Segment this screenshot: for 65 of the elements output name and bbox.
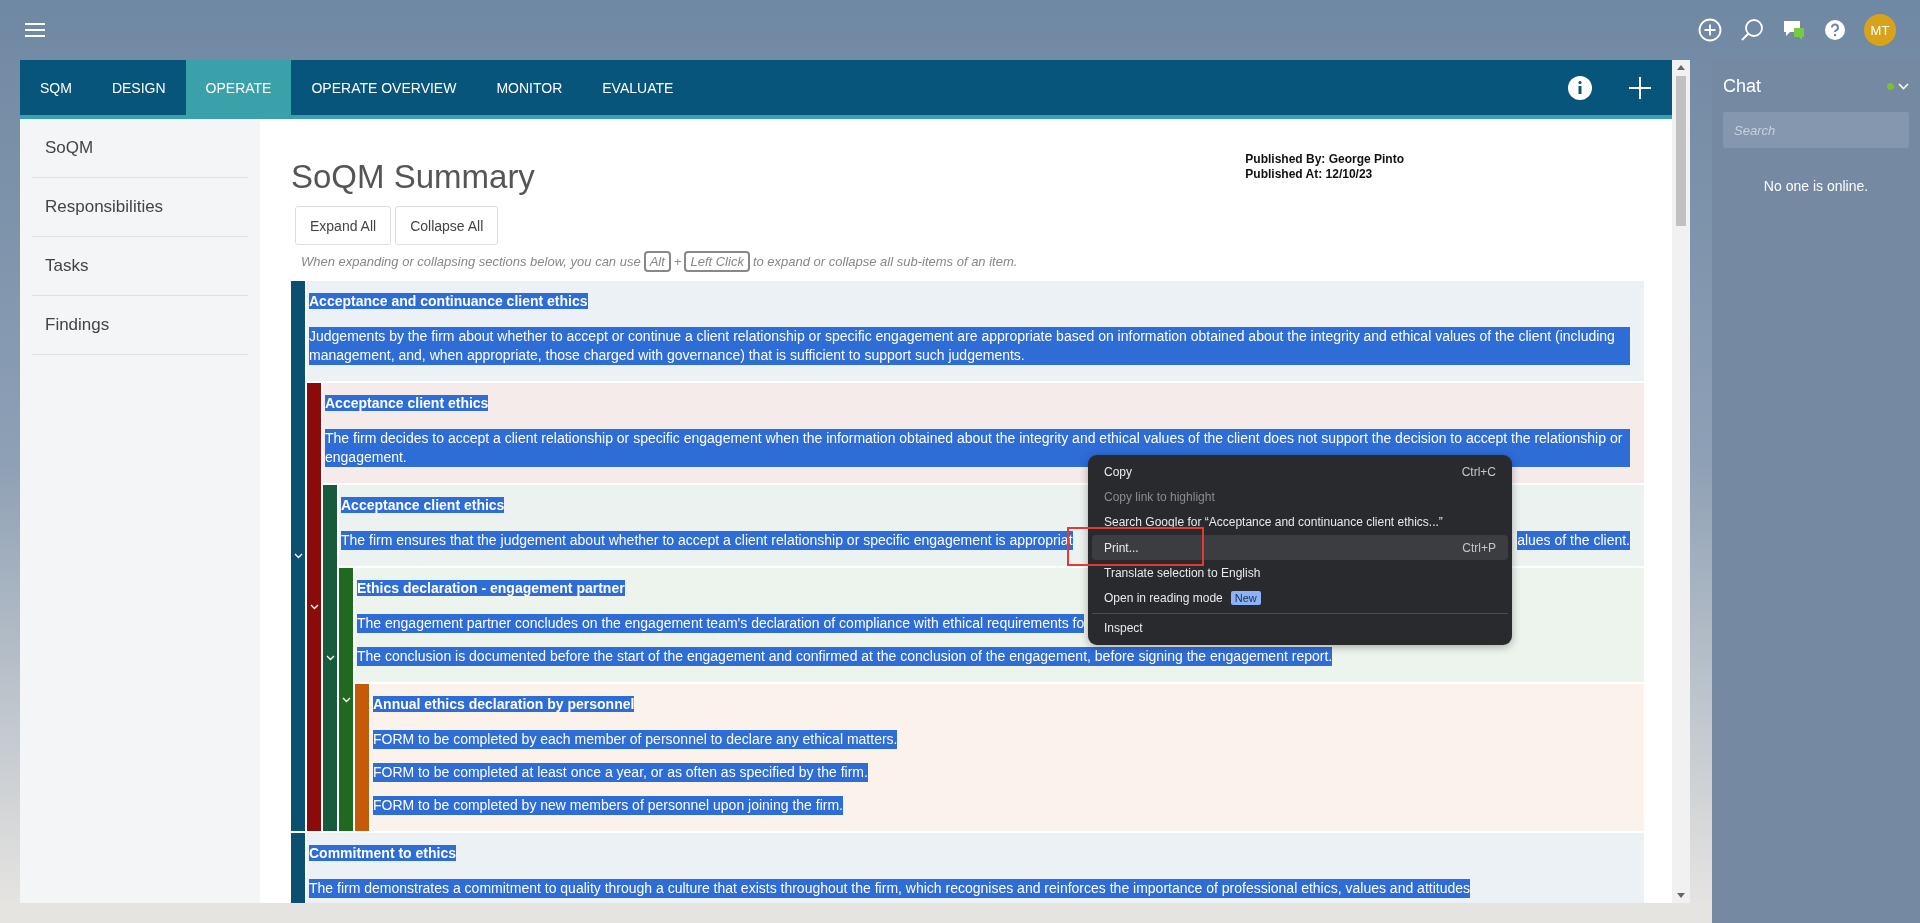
published-at: Published At: 12/10/23 bbox=[1245, 167, 1374, 182]
search-icon[interactable] bbox=[1740, 18, 1764, 42]
menu-item[interactable]: Inspect bbox=[1092, 615, 1508, 642]
empty-message: No one is online. bbox=[1762, 178, 1870, 194]
nav-tab[interactable]: MONITOR bbox=[476, 60, 583, 115]
item-description: The engagement partner concludes on the engagement team's declaration of compliance with ethical requirements fo bbox=[357, 614, 1085, 633]
key-label: Left Click bbox=[684, 251, 750, 272]
nav-tab[interactable]: DESIGN bbox=[91, 60, 186, 115]
item-title: Acceptance and continuance client ethics bbox=[309, 293, 588, 309]
help-icon[interactable] bbox=[1824, 19, 1846, 41]
key-label: Alt bbox=[643, 251, 671, 272]
item-description: FORM to be completed at least once a year, or as often as specified by the firm. bbox=[373, 763, 868, 782]
item-title: Commitment to ethics bbox=[309, 845, 456, 861]
scroll-up-icon[interactable] bbox=[1677, 65, 1685, 70]
item-description: The firm demonstrates a commitment to quality through a culture that exists throughout the firm, which recognises and reinforces the importance of professional ethics, values and attitudes bbox=[309, 879, 1471, 898]
chevron-down-icon bbox=[293, 553, 303, 559]
chat-title: Chat bbox=[1723, 75, 1762, 97]
sidebar-item[interactable]: Responsibilities bbox=[32, 178, 248, 237]
menu-item[interactable]: Print... Ctrl+P bbox=[1092, 534, 1508, 561]
item-title: Acceptance client ethics bbox=[325, 395, 489, 411]
hint-text: to expand or collapse all sub-items of an item. bbox=[752, 254, 1018, 269]
menu-item-label: Print... bbox=[1104, 540, 1139, 555]
sidebar-item[interactable]: Tasks bbox=[32, 237, 248, 296]
item-description: alues of the client. bbox=[1517, 531, 1630, 550]
toolbar-button[interactable]: Expand All bbox=[295, 206, 392, 245]
chat-icon[interactable] bbox=[1782, 19, 1806, 41]
item-description: The conclusion is documented before the start of the engagement and confirmed at the conclusion of the engagement, before signing the engagement report. bbox=[357, 647, 1333, 666]
scrollbar[interactable] bbox=[1672, 60, 1690, 903]
sidebar-item[interactable]: Findings bbox=[32, 296, 248, 355]
item-description: FORM to be completed by each member of personnel to declare any ethical matters. bbox=[373, 730, 898, 749]
search-field[interactable]: Search bbox=[1723, 112, 1909, 148]
nav-tab[interactable]: SQM bbox=[20, 60, 92, 115]
item-title: Acceptance client ethics bbox=[341, 497, 505, 513]
menu-item[interactable]: Translate selection to English bbox=[1092, 560, 1508, 586]
info-icon[interactable] bbox=[1568, 75, 1592, 100]
page-title: SoQM Summary bbox=[291, 158, 535, 196]
item-description: Judgements by the firm about whether to accept or continue a client relationship or specific engagement are appropriate based on information obtained about the integrity and ethical values of the client (including management, and, when appropriate, those charged with governance) that is sufficient to support such judgements. bbox=[309, 327, 1630, 365]
toolbar-button[interactable]: Collapse All bbox=[395, 206, 499, 245]
published-by: Published By: George Pinto bbox=[1245, 152, 1404, 167]
menu-item-label: Copy bbox=[1104, 464, 1132, 479]
shortcut-label: Ctrl+P bbox=[1462, 540, 1496, 555]
item-title: Ethics declaration - engagement partner bbox=[357, 580, 625, 596]
menu-item-label: Copy link to highlight bbox=[1104, 489, 1215, 504]
chevron-down-icon bbox=[309, 604, 319, 610]
menu-icon[interactable] bbox=[25, 23, 45, 37]
menu-item-label: Open in reading mode bbox=[1104, 591, 1223, 606]
nav-tab[interactable]: OPERATE OVERVIEW bbox=[291, 60, 477, 115]
item-title: Annual ethics declaration by personnel bbox=[373, 696, 635, 712]
nav-tab[interactable]: EVALUATE bbox=[582, 60, 694, 115]
chevron-down-icon bbox=[341, 696, 351, 703]
new-badge: New bbox=[1230, 591, 1261, 606]
sidebar-item[interactable]: SoQM bbox=[32, 119, 248, 178]
scrollbar-thumb[interactable] bbox=[1676, 76, 1686, 226]
scroll-down-icon[interactable] bbox=[1677, 893, 1685, 898]
menu-item[interactable]: Open in reading mode New bbox=[1092, 585, 1508, 611]
add-circle-icon[interactable] bbox=[1698, 18, 1722, 42]
plus-sign: + bbox=[673, 254, 682, 269]
menu-item-label: Inspect bbox=[1104, 621, 1143, 636]
hint-text: When expanding or collapsing sections below, you can use bbox=[301, 254, 641, 269]
shortcut-label: Ctrl+C bbox=[1461, 464, 1496, 479]
add-icon[interactable] bbox=[1628, 75, 1652, 100]
menu-item-label: Translate selection to English bbox=[1104, 565, 1261, 580]
chevron-down-icon bbox=[325, 655, 335, 661]
item-description: FORM to be completed by new members of personnel upon joining the firm. bbox=[373, 796, 843, 815]
chevron-down-icon[interactable] bbox=[1898, 82, 1909, 90]
